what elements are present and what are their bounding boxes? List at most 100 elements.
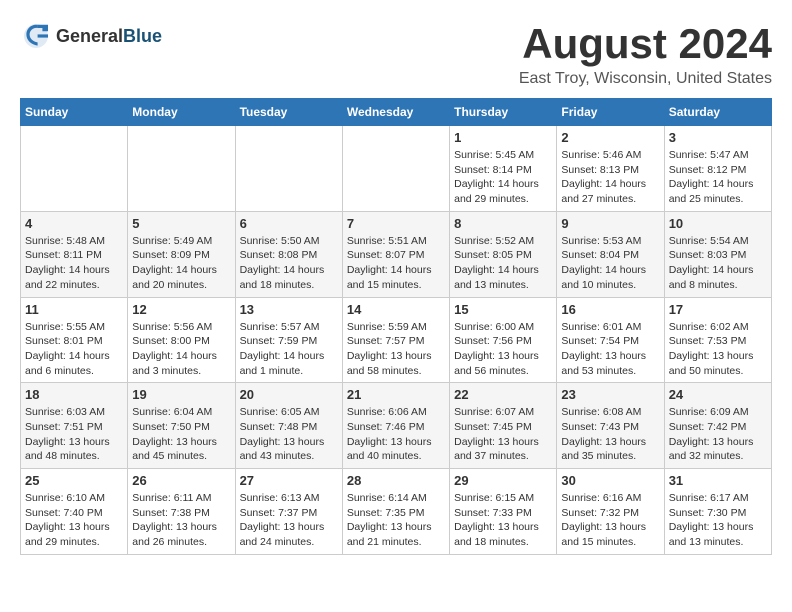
day-info: Sunrise: 6:17 AM Sunset: 7:30 PM Dayligh… (669, 491, 767, 550)
title-section: August 2024 East Troy, Wisconsin, United… (519, 20, 772, 88)
calendar-table: SundayMondayTuesdayWednesdayThursdayFrid… (20, 98, 772, 555)
day-info: Sunrise: 6:07 AM Sunset: 7:45 PM Dayligh… (454, 405, 552, 464)
calendar-cell: 17 Sunrise: 6:02 AM Sunset: 7:53 PM Dayli… (664, 297, 771, 383)
day-info: Sunrise: 6:11 AM Sunset: 7:38 PM Dayligh… (132, 491, 230, 550)
week-row-2: 4 Sunrise: 5:48 AM Sunset: 8:11 PM Daylig… (21, 211, 772, 297)
day-info: Sunrise: 6:05 AM Sunset: 7:48 PM Dayligh… (240, 405, 338, 464)
calendar-cell: 21 Sunrise: 6:06 AM Sunset: 7:46 PM Dayli… (342, 383, 449, 469)
calendar-cell: 5 Sunrise: 5:49 AM Sunset: 8:09 PM Daylig… (128, 211, 235, 297)
day-number: 2 (561, 130, 659, 145)
day-number: 16 (561, 302, 659, 317)
day-number: 8 (454, 216, 552, 231)
day-info: Sunrise: 6:04 AM Sunset: 7:50 PM Dayligh… (132, 405, 230, 464)
calendar-cell: 19 Sunrise: 6:04 AM Sunset: 7:50 PM Dayli… (128, 383, 235, 469)
day-info: Sunrise: 5:48 AM Sunset: 8:11 PM Dayligh… (25, 234, 123, 293)
day-info: Sunrise: 6:14 AM Sunset: 7:35 PM Dayligh… (347, 491, 445, 550)
logo-text-blue: Blue (123, 26, 162, 47)
day-number: 30 (561, 473, 659, 488)
day-info: Sunrise: 6:03 AM Sunset: 7:51 PM Dayligh… (25, 405, 123, 464)
logo-text-general: General (56, 26, 123, 47)
calendar-cell: 15 Sunrise: 6:00 AM Sunset: 7:56 PM Dayli… (450, 297, 557, 383)
day-info: Sunrise: 5:52 AM Sunset: 8:05 PM Dayligh… (454, 234, 552, 293)
day-info: Sunrise: 5:47 AM Sunset: 8:12 PM Dayligh… (669, 148, 767, 207)
day-info: Sunrise: 5:49 AM Sunset: 8:09 PM Dayligh… (132, 234, 230, 293)
day-info: Sunrise: 5:56 AM Sunset: 8:00 PM Dayligh… (132, 320, 230, 379)
day-number: 25 (25, 473, 123, 488)
day-number: 20 (240, 387, 338, 402)
day-number: 17 (669, 302, 767, 317)
logo-icon (20, 20, 52, 52)
week-row-5: 25Sunrise: 6:10 AM Sunset: 7:40 PM Dayli… (21, 469, 772, 555)
calendar-cell: 16Sunrise: 6:01 AM Sunset: 7:54 PM Dayli… (557, 297, 664, 383)
calendar-cell: 1Sunrise: 5:45 AM Sunset: 8:14 PM Daylig… (450, 126, 557, 212)
day-info: Sunrise: 6:06 AM Sunset: 7:46 PM Dayligh… (347, 405, 445, 464)
day-info: Sunrise: 5:59 AM Sunset: 7:57 PM Dayligh… (347, 320, 445, 379)
day-number: 11 (25, 302, 123, 317)
calendar-cell: 9Sunrise: 5:53 AM Sunset: 8:04 PM Daylig… (557, 211, 664, 297)
day-number: 26 (132, 473, 230, 488)
calendar-cell: 10Sunrise: 5:54 AM Sunset: 8:03 PM Dayli… (664, 211, 771, 297)
day-info: Sunrise: 6:09 AM Sunset: 7:42 PM Dayligh… (669, 405, 767, 464)
calendar-cell: 24 Sunrise: 6:09 AM Sunset: 7:42 PM Dayli… (664, 383, 771, 469)
day-info: Sunrise: 6:00 AM Sunset: 7:56 PM Dayligh… (454, 320, 552, 379)
week-row-1: 1Sunrise: 5:45 AM Sunset: 8:14 PM Daylig… (21, 126, 772, 212)
day-info: Sunrise: 6:13 AM Sunset: 7:37 PM Dayligh… (240, 491, 338, 550)
calendar-cell (342, 126, 449, 212)
calendar-cell: 7 Sunrise: 5:51 AM Sunset: 8:07 PM Daylig… (342, 211, 449, 297)
day-number: 15 (454, 302, 552, 317)
calendar-cell: 26 Sunrise: 6:11 AM Sunset: 7:38 PM Dayli… (128, 469, 235, 555)
day-info: Sunrise: 5:45 AM Sunset: 8:14 PM Dayligh… (454, 148, 552, 207)
calendar-cell: 4 Sunrise: 5:48 AM Sunset: 8:11 PM Daylig… (21, 211, 128, 297)
day-number: 13 (240, 302, 338, 317)
calendar-cell: 3Sunrise: 5:47 AM Sunset: 8:12 PM Daylig… (664, 126, 771, 212)
day-header-wednesday: Wednesday (342, 99, 449, 126)
day-header-friday: Friday (557, 99, 664, 126)
calendar-cell (21, 126, 128, 212)
calendar-cell: 18 Sunrise: 6:03 AM Sunset: 7:51 PM Dayli… (21, 383, 128, 469)
calendar-cell: 27Sunrise: 6:13 AM Sunset: 7:37 PM Dayli… (235, 469, 342, 555)
day-number: 14 (347, 302, 445, 317)
day-header-saturday: Saturday (664, 99, 771, 126)
calendar-cell: 22 Sunrise: 6:07 AM Sunset: 7:45 PM Dayli… (450, 383, 557, 469)
day-header-sunday: Sunday (21, 99, 128, 126)
day-info: Sunrise: 5:55 AM Sunset: 8:01 PM Dayligh… (25, 320, 123, 379)
calendar-cell: 28 Sunrise: 6:14 AM Sunset: 7:35 PM Dayli… (342, 469, 449, 555)
day-header-thursday: Thursday (450, 99, 557, 126)
day-info: Sunrise: 5:50 AM Sunset: 8:08 PM Dayligh… (240, 234, 338, 293)
day-number: 18 (25, 387, 123, 402)
day-number: 22 (454, 387, 552, 402)
day-number: 5 (132, 216, 230, 231)
day-number: 21 (347, 387, 445, 402)
day-number: 24 (669, 387, 767, 402)
calendar-subtitle: East Troy, Wisconsin, United States (519, 70, 772, 88)
calendar-cell: 11 Sunrise: 5:55 AM Sunset: 8:01 PM Dayli… (21, 297, 128, 383)
calendar-cell: 8 Sunrise: 5:52 AM Sunset: 8:05 PM Daylig… (450, 211, 557, 297)
day-info: Sunrise: 6:15 AM Sunset: 7:33 PM Dayligh… (454, 491, 552, 550)
logo: General Blue (20, 20, 162, 52)
day-header-monday: Monday (128, 99, 235, 126)
day-info: Sunrise: 6:16 AM Sunset: 7:32 PM Dayligh… (561, 491, 659, 550)
days-header-row: SundayMondayTuesdayWednesdayThursdayFrid… (21, 99, 772, 126)
calendar-cell: 25Sunrise: 6:10 AM Sunset: 7:40 PM Dayli… (21, 469, 128, 555)
day-number: 4 (25, 216, 123, 231)
day-number: 10 (669, 216, 767, 231)
day-info: Sunrise: 5:57 AM Sunset: 7:59 PM Dayligh… (240, 320, 338, 379)
week-row-4: 18 Sunrise: 6:03 AM Sunset: 7:51 PM Dayli… (21, 383, 772, 469)
day-number: 7 (347, 216, 445, 231)
day-number: 19 (132, 387, 230, 402)
day-number: 29 (454, 473, 552, 488)
calendar-cell: 6Sunrise: 5:50 AM Sunset: 8:08 PM Daylig… (235, 211, 342, 297)
day-info: Sunrise: 6:02 AM Sunset: 7:53 PM Dayligh… (669, 320, 767, 379)
calendar-cell (235, 126, 342, 212)
day-number: 23 (561, 387, 659, 402)
week-row-3: 11 Sunrise: 5:55 AM Sunset: 8:01 PM Dayli… (21, 297, 772, 383)
day-number: 12 (132, 302, 230, 317)
day-number: 28 (347, 473, 445, 488)
day-info: Sunrise: 5:51 AM Sunset: 8:07 PM Dayligh… (347, 234, 445, 293)
day-info: Sunrise: 5:53 AM Sunset: 8:04 PM Dayligh… (561, 234, 659, 293)
calendar-cell: 13 Sunrise: 5:57 AM Sunset: 7:59 PM Dayli… (235, 297, 342, 383)
calendar-cell: 29 Sunrise: 6:15 AM Sunset: 7:33 PM Dayli… (450, 469, 557, 555)
calendar-title: August 2024 (519, 20, 772, 68)
calendar-cell: 20 Sunrise: 6:05 AM Sunset: 7:48 PM Dayli… (235, 383, 342, 469)
calendar-cell: 23Sunrise: 6:08 AM Sunset: 7:43 PM Dayli… (557, 383, 664, 469)
